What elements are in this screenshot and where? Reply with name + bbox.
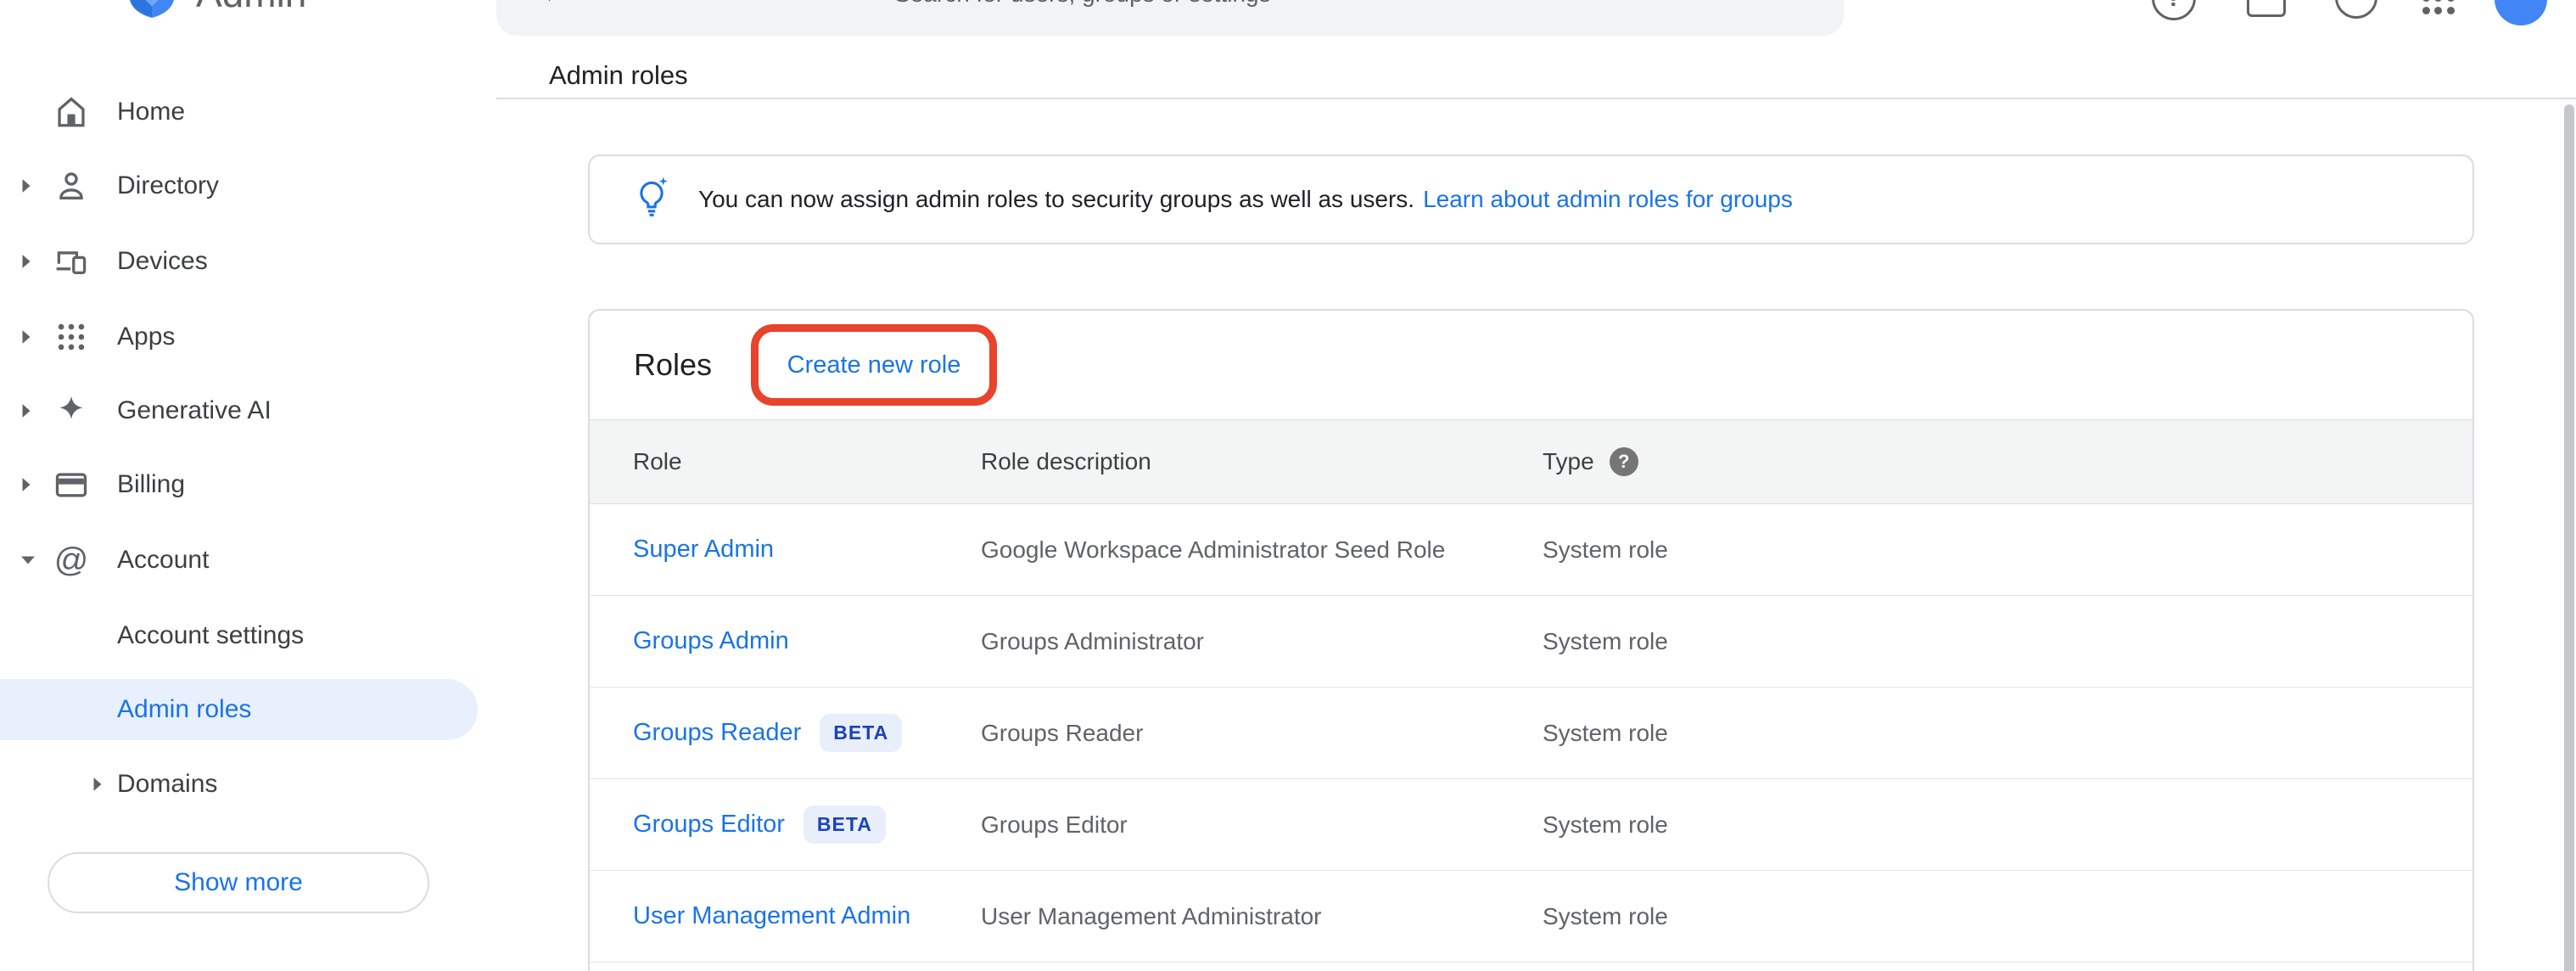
column-header-role: Role	[633, 448, 981, 475]
banner-message: You can now assign admin roles to securi…	[698, 186, 1414, 213]
admin-console-screen: Admin ▾ Search for users, groups or sett…	[0, 0, 2576, 971]
column-header-type: Type	[1543, 448, 1594, 475]
chevron-right-icon[interactable]	[20, 477, 32, 492]
role-description: Groups Editor	[981, 811, 1543, 839]
tasks-icon[interactable]	[2247, 0, 2286, 17]
highlight-annotation: Create new role	[751, 324, 997, 406]
sidebar-label: Account	[117, 546, 209, 575]
lightbulb-icon	[630, 175, 673, 225]
roles-card: Roles Create new role Role Role descript…	[588, 309, 2474, 971]
table-row[interactable]: User Management Admin User Management Ad…	[590, 871, 2472, 963]
table-row[interactable]: Groups Editor BETA Groups Editor System …	[590, 779, 2472, 871]
column-header-description: Role description	[981, 448, 1543, 475]
page-title: Admin roles	[549, 59, 688, 92]
role-type: System role	[1543, 720, 2472, 747]
info-banner: You can now assign admin roles to securi…	[588, 154, 2474, 244]
table-header-row: Role Role description Type ?	[590, 419, 2472, 504]
search-scope-chevron-icon: ▾	[544, 0, 555, 36]
role-type: System role	[1543, 903, 2472, 930]
role-type: System role	[1543, 536, 2472, 564]
role-link[interactable]: Super Admin	[633, 536, 774, 564]
roles-card-header: Roles Create new role	[590, 311, 2472, 419]
google-admin-logo[interactable]: Admin	[125, 0, 306, 25]
role-link[interactable]: Groups Admin	[633, 627, 789, 655]
notifications-icon[interactable]	[2335, 0, 2377, 19]
sidebar-item-domains[interactable]: Domains	[0, 754, 496, 815]
help-icon[interactable]: ?	[2152, 0, 2196, 20]
avatar[interactable]	[2495, 0, 2547, 25]
create-new-role-button[interactable]: Create new role	[787, 351, 961, 379]
type-help-icon[interactable]: ?	[1610, 447, 1638, 476]
sidebar-label: Home	[117, 98, 185, 126]
sidebar-item-home[interactable]: Home	[0, 81, 496, 143]
role-description: Groups Administrator	[981, 628, 1543, 655]
sidebar-label: Admin roles	[117, 695, 251, 724]
chevron-right-icon[interactable]	[20, 403, 32, 418]
chevron-right-icon[interactable]	[20, 178, 32, 194]
show-more-button[interactable]: Show more	[48, 852, 429, 913]
beta-badge: BETA	[804, 805, 886, 844]
banner-link[interactable]: Learn about admin roles for groups	[1423, 186, 1793, 213]
role-link[interactable]: Groups Editor	[633, 811, 785, 839]
sidebar-label: Domains	[117, 770, 217, 799]
search-input[interactable]: ▾ Search for users, groups or settings	[496, 0, 1844, 36]
table-row[interactable]: Super Admin Google Workspace Administrat…	[590, 504, 2472, 596]
home-icon	[53, 93, 90, 131]
header-divider	[496, 98, 2576, 99]
sidebar-item-apps[interactable]: Apps	[0, 306, 496, 368]
credit-card-icon	[53, 466, 90, 503]
sidebar-item-billing[interactable]: Billing	[0, 454, 496, 515]
role-type: System role	[1543, 628, 2472, 655]
role-description: Groups Reader	[981, 720, 1543, 747]
roles-heading: Roles	[634, 311, 712, 419]
devices-icon	[53, 243, 90, 280]
sidebar-label: Account settings	[117, 621, 304, 650]
chevron-right-icon[interactable]	[92, 777, 104, 792]
admin-shield-icon	[125, 0, 179, 25]
chevron-right-icon[interactable]	[20, 329, 32, 345]
sidebar-label: Directory	[117, 171, 219, 200]
sidebar-label: Devices	[117, 247, 208, 276]
chevron-down-icon[interactable]	[20, 554, 36, 566]
sidebar-item-devices[interactable]: Devices	[0, 231, 496, 292]
role-type: System role	[1543, 811, 2472, 839]
vertical-scrollbar[interactable]	[2564, 104, 2574, 971]
sidebar-label: Billing	[117, 470, 185, 499]
table-row[interactable]: Groups Reader BETA Groups Reader System …	[590, 688, 2472, 779]
table-row[interactable]: Groups Admin Groups Administrator System…	[590, 596, 2472, 688]
sidebar-item-account-settings[interactable]: Account settings	[0, 605, 496, 666]
sidebar-item-admin-roles[interactable]: Admin roles	[0, 679, 496, 740]
role-link[interactable]: Groups Reader	[633, 719, 801, 747]
search-placeholder: Search for users, groups or settings	[894, 0, 1271, 8]
sidebar-label: Apps	[117, 323, 175, 351]
role-description: Google Workspace Administrator Seed Role	[981, 536, 1543, 564]
chevron-right-icon[interactable]	[20, 254, 32, 269]
role-description: User Management Administrator	[981, 903, 1543, 930]
beta-badge: BETA	[820, 714, 902, 752]
sidebar-item-directory[interactable]: Directory	[0, 155, 496, 216]
logo-wordmark: Admin	[196, 0, 306, 23]
sidebar-item-account[interactable]: @ Account	[0, 530, 496, 591]
show-more-label: Show more	[174, 868, 303, 897]
role-link[interactable]: User Management Admin	[633, 902, 910, 930]
apps-grid-icon[interactable]	[2420, 0, 2457, 17]
apps-icon	[53, 318, 90, 356]
at-sign-icon: @	[53, 542, 90, 579]
sidebar-label: Generative AI	[117, 396, 272, 425]
person-icon	[53, 167, 90, 205]
sparkle-icon	[53, 392, 90, 429]
sidebar-item-generative-ai[interactable]: Generative AI	[0, 380, 496, 441]
